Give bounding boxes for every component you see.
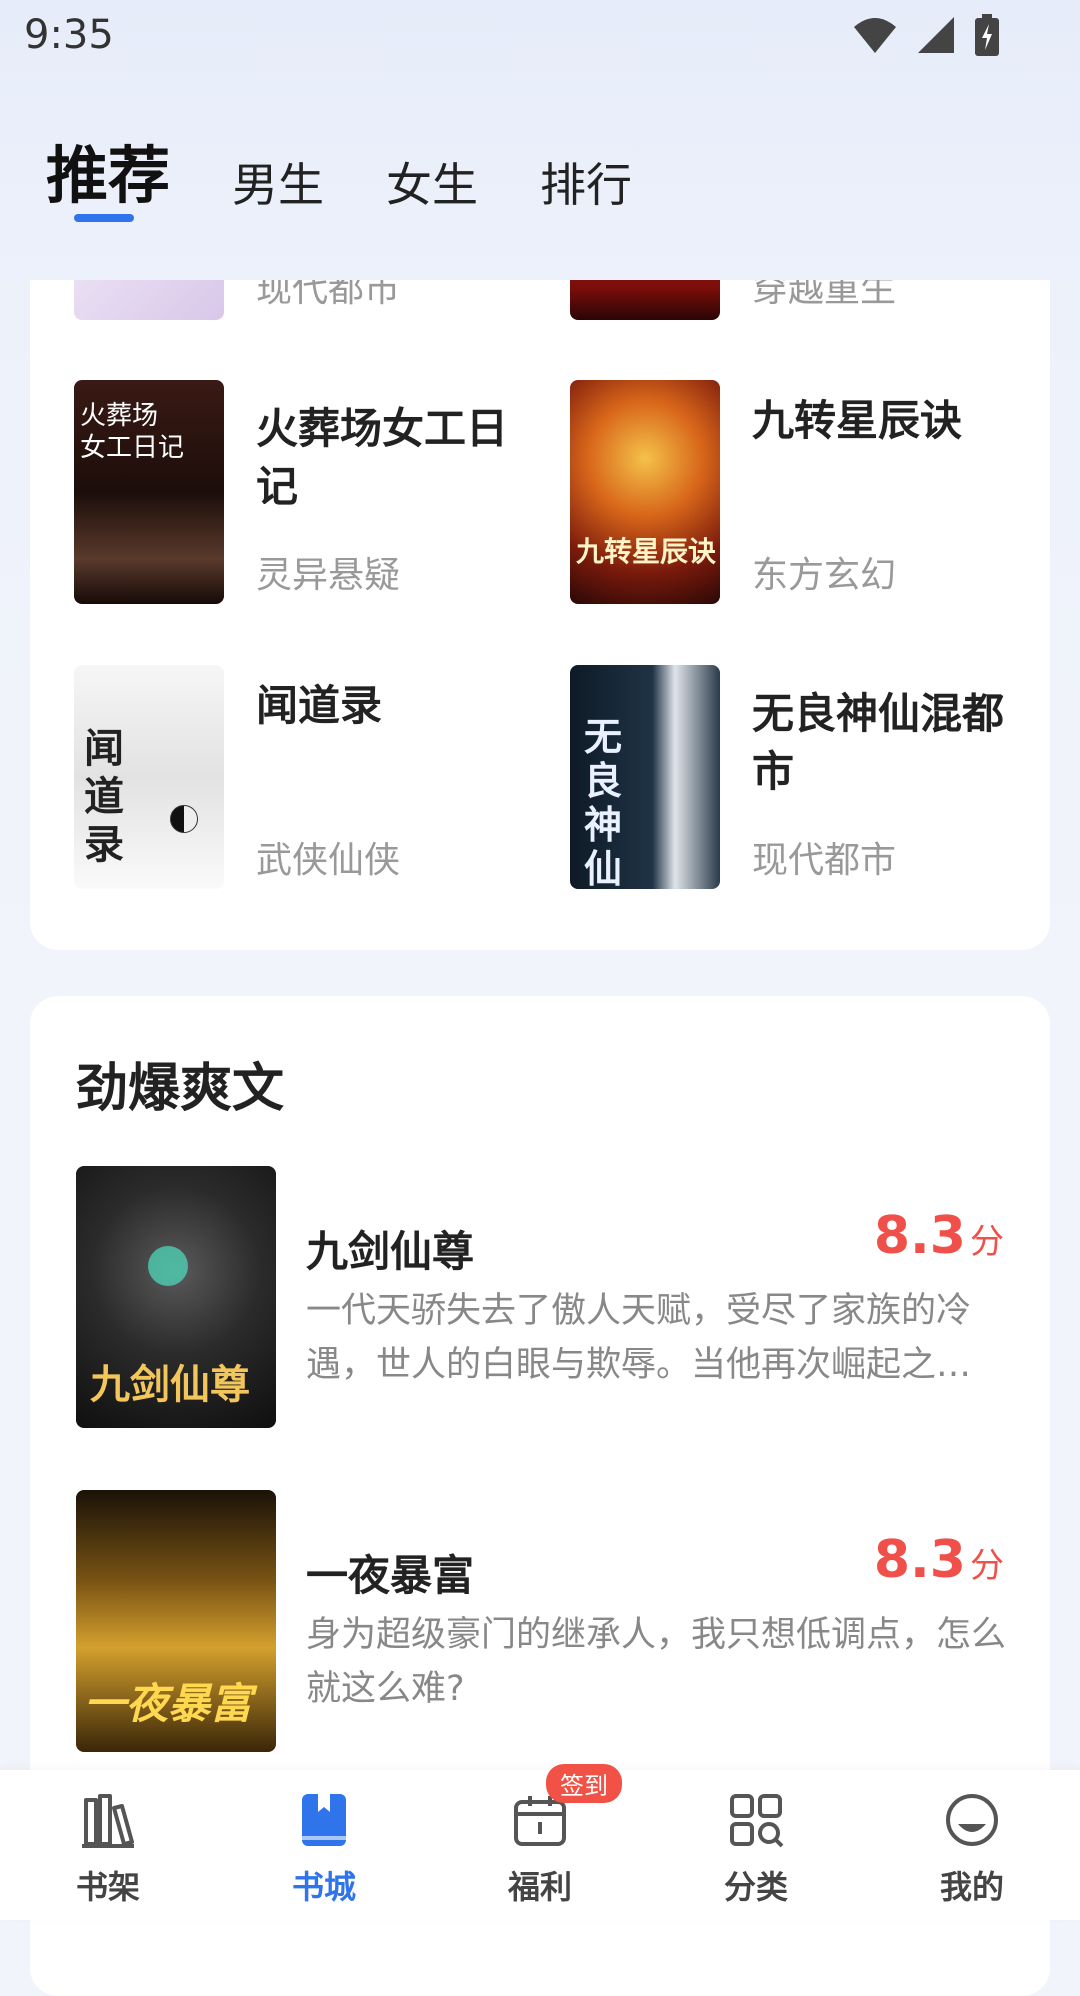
category-grid-icon: [724, 1788, 788, 1852]
bookshelf-icon: [76, 1788, 140, 1852]
grid-book-item[interactable]: 火葬场 女工日记 火葬场女工日记 灵异悬疑: [30, 380, 530, 610]
grid-book-item[interactable]: 九转星辰诀 九转星辰诀 东方玄幻: [526, 380, 1026, 610]
book-title: 无良神仙混都市: [752, 689, 1005, 796]
nav-profile[interactable]: 我的: [902, 1788, 1042, 1908]
tab-female[interactable]: 女生: [386, 149, 478, 215]
score-unit: 分: [970, 1546, 1004, 1586]
header: 9:35 推荐 男生 女生 排行: [0, 0, 1080, 280]
status-bar: 9:35: [0, 0, 1080, 70]
book-genre: 灵异悬疑: [256, 555, 401, 596]
tab-recommend[interactable]: 推荐: [46, 125, 170, 215]
tab-male[interactable]: 男生: [232, 149, 324, 215]
profile-icon: [940, 1788, 1004, 1852]
book-title: 九转星辰诀: [752, 396, 963, 445]
nav-category[interactable]: 分类: [686, 1788, 826, 1908]
grid-book-item[interactable]: 闻道录 闻道录 武侠仙侠: [30, 665, 530, 895]
book-genre: 现代都市: [752, 840, 897, 881]
grid-book-item[interactable]: 无良神仙 无良神仙混都市 现代都市: [526, 665, 1026, 895]
checkin-badge: 签到: [546, 1764, 622, 1803]
list-book-item[interactable]: 九剑仙尊 九剑仙尊 8.3 分 一代天骄失去了傲人天赋，受尽了家族的冷遇，世人的白…: [30, 1166, 1050, 1436]
status-time: 9:35: [24, 12, 114, 58]
nav-label: 书城: [291, 1868, 356, 1906]
battery-icon: [975, 14, 999, 56]
nav-label: 我的: [939, 1868, 1004, 1906]
bookstore-icon: [292, 1788, 356, 1852]
nav-label: 福利: [507, 1868, 572, 1906]
wifi-icon: [854, 18, 896, 53]
score-value: 8.3: [873, 1206, 966, 1266]
book-title: 火葬场女工日记: [256, 404, 509, 511]
gift-calendar-icon: 签到: [508, 1764, 622, 1852]
book-cover: 火葬场 女工日记: [74, 380, 224, 604]
book-title: 一夜暴富: [306, 1551, 475, 1600]
book-cover: 无良神仙: [570, 665, 720, 889]
book-grid-card: 女老总 现代都市 穿越重生 火葬场女工日记 火葬场女工日记 灵异悬疑 九转星辰诀…: [30, 200, 1050, 950]
tab-ranking[interactable]: 排行: [540, 149, 632, 215]
book-cover: 九剑仙尊: [76, 1166, 276, 1428]
tab-active-indicator: [74, 214, 134, 222]
book-genre: 东方玄幻: [752, 555, 897, 596]
nav-label: 书架: [75, 1868, 140, 1906]
signal-icon: [918, 17, 954, 53]
book-cover: 闻道录: [74, 665, 224, 889]
nav-welfare[interactable]: 签到 福利: [470, 1764, 622, 1908]
score-unit: 分: [970, 1222, 1004, 1262]
book-score: 8.3 分: [874, 1530, 1004, 1590]
book-title: 闻道录: [256, 681, 383, 730]
section-title: 劲爆爽文: [76, 1059, 285, 1119]
book-genre: 武侠仙侠: [256, 840, 401, 881]
status-icons: [852, 14, 1000, 56]
bottom-navigation: 书架 书城 签到 福利 分类 我的: [0, 1764, 1080, 1920]
nav-bookshelf[interactable]: 书架: [38, 1788, 178, 1908]
score-value: 8.3: [873, 1530, 966, 1590]
book-description: 一代天骄失去了傲人天赋，受尽了家族的冷遇，世人的白眼与欺辱。当他再次崛起之…: [306, 1291, 972, 1385]
book-score: 8.3 分: [874, 1206, 1004, 1266]
book-description: 身为超级豪门的继承人，我只想低调点，怎么就这么难?: [306, 1615, 1006, 1709]
nav-bookstore[interactable]: 书城: [254, 1788, 394, 1908]
nav-label: 分类: [723, 1868, 788, 1906]
book-cover: 一夜暴富: [76, 1490, 276, 1752]
list-book-item[interactable]: 一夜暴富 一夜暴富 8.3 分 身为超级豪门的继承人，我只想低调点，怎么就这么难?: [30, 1490, 1050, 1760]
top-tabs: 推荐 男生 女生 排行: [46, 125, 694, 215]
book-cover: 九转星辰诀: [570, 380, 720, 604]
book-title: 九剑仙尊: [306, 1227, 475, 1276]
